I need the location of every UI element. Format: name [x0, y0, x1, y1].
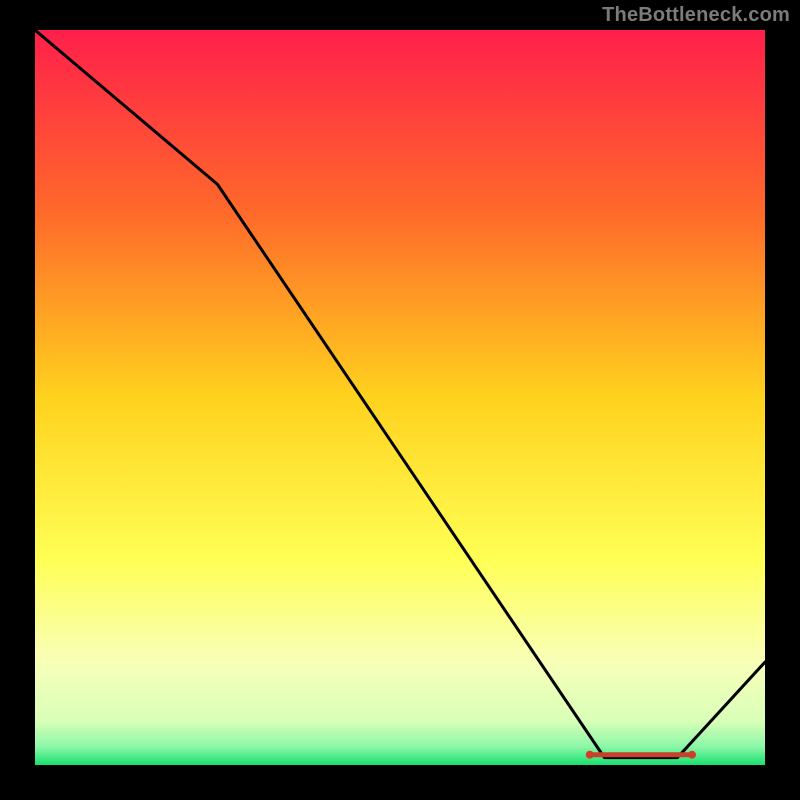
bottleneck-plot: [35, 30, 765, 765]
bottleneck-plot-svg: [35, 30, 765, 765]
plot-background: [35, 30, 765, 765]
chart-frame: TheBottleneck.com: [0, 0, 800, 800]
watermark-text: TheBottleneck.com: [602, 4, 790, 27]
